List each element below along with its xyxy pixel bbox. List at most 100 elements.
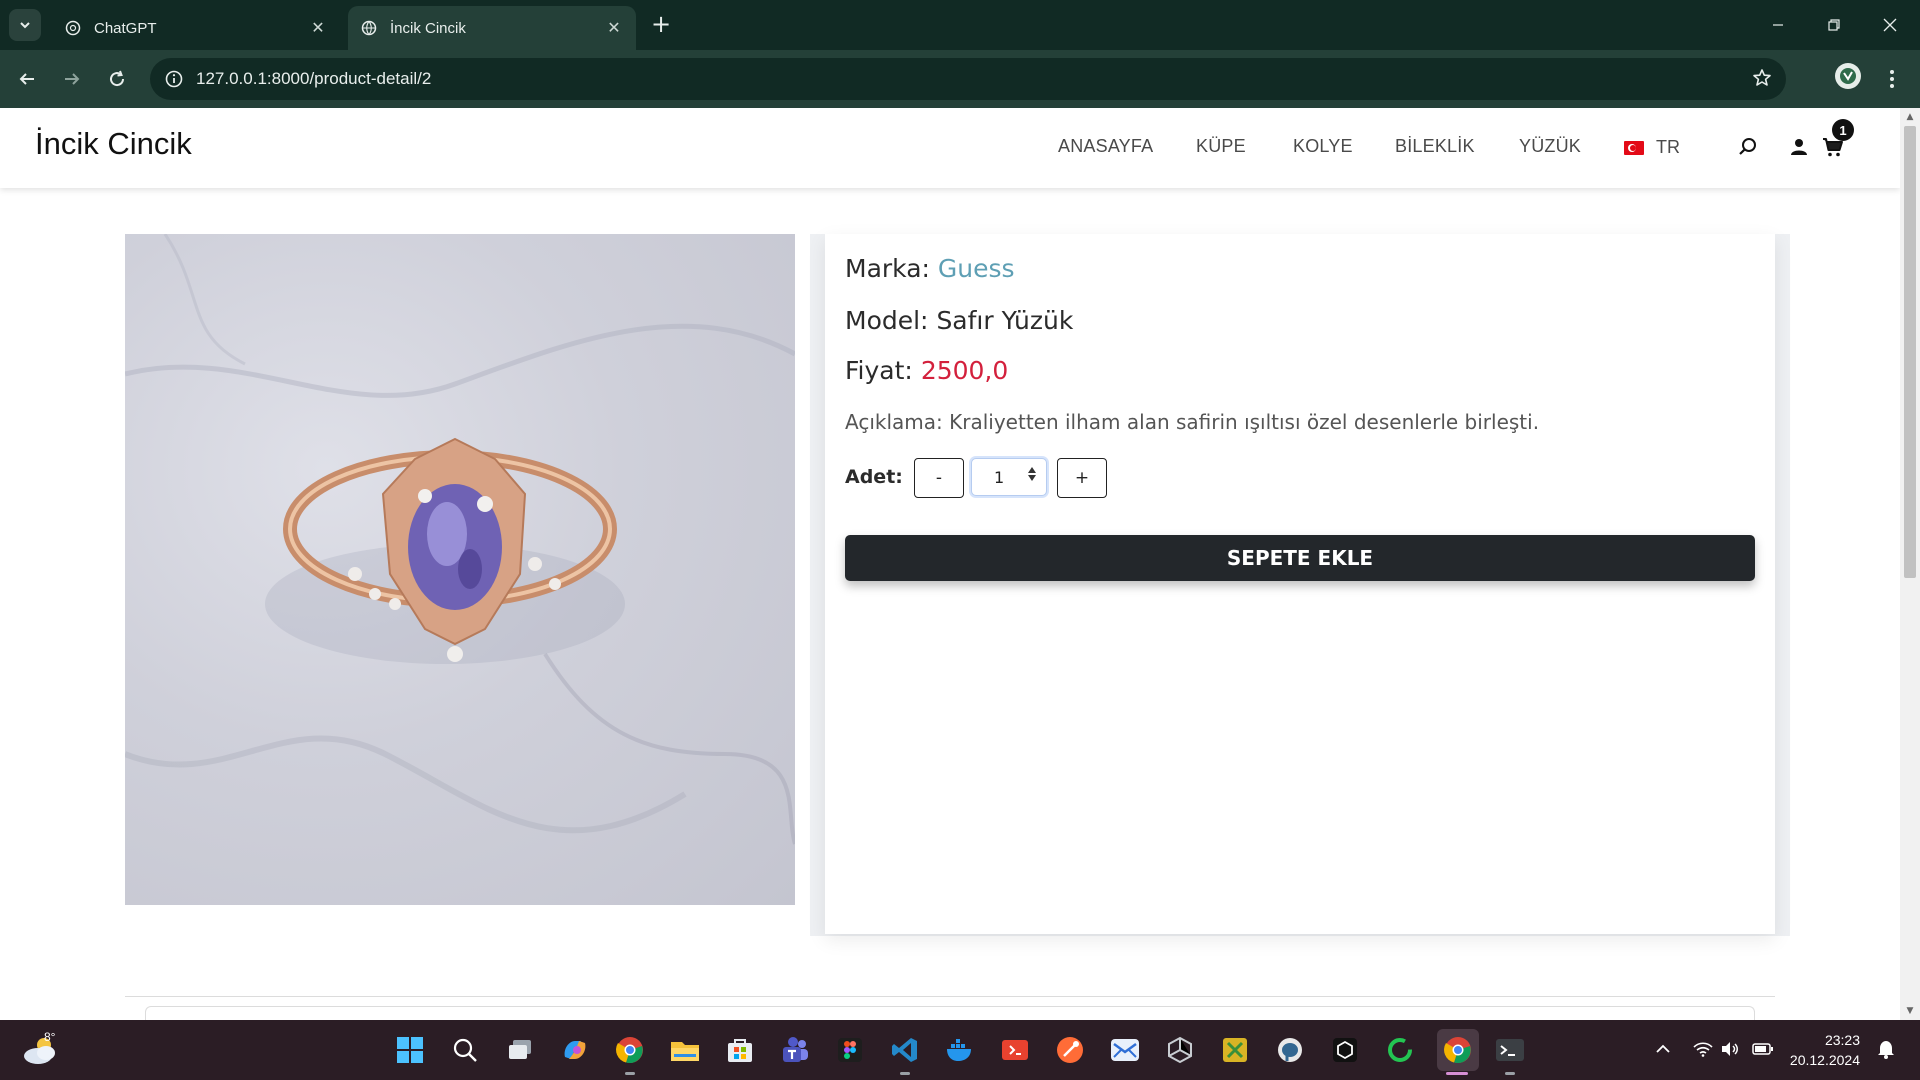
back-button[interactable] <box>12 64 42 94</box>
taskbar-figma[interactable] <box>832 1032 868 1068</box>
price-value: 2500,0 <box>920 356 1009 385</box>
browser-menu-button[interactable] <box>1880 64 1904 94</box>
mail-icon <box>1111 1039 1139 1061</box>
taskbar-terminal-app[interactable] <box>1327 1032 1363 1068</box>
profile-icon <box>1840 68 1856 84</box>
user-icon <box>1791 139 1807 155</box>
account-button[interactable] <box>1786 134 1812 160</box>
taskbar-terminal[interactable] <box>1492 1032 1528 1068</box>
close-icon[interactable]: ✕ <box>308 18 328 38</box>
close-icon[interactable]: ✕ <box>604 18 624 38</box>
close-window-button[interactable] <box>1862 0 1918 50</box>
taskbar-app-tool[interactable] <box>1217 1032 1253 1068</box>
brand-link[interactable]: Guess <box>938 254 1015 283</box>
search-button[interactable] <box>1735 134 1761 160</box>
decrease-quantity-button[interactable]: - <box>914 458 964 498</box>
teams-icon <box>783 1037 808 1062</box>
language-selector[interactable]: TR <box>1624 137 1680 158</box>
nav-link-yuzuk[interactable]: YÜZÜK <box>1519 136 1581 157</box>
taskbar-teams[interactable] <box>777 1032 813 1068</box>
add-to-cart-button[interactable]: SEPETE EKLE <box>845 535 1755 581</box>
taskbar-file-explorer[interactable] <box>667 1032 703 1068</box>
nav-link-anasayfa[interactable]: ANASAYFA <box>1058 136 1153 157</box>
search-icon <box>453 1038 477 1062</box>
docker-icon <box>947 1039 971 1061</box>
taskbar-chrome-active[interactable] <box>1437 1029 1479 1071</box>
description-label: Açıklama: <box>845 410 943 434</box>
arrow-right-icon <box>65 73 80 85</box>
scroll-down-arrow-icon[interactable]: ▼ <box>1905 1006 1915 1016</box>
taskbar-postman[interactable] <box>1052 1032 1088 1068</box>
quantity-input[interactable]: 1 <box>971 458 1047 496</box>
globe-icon <box>360 19 378 37</box>
profile-avatar[interactable] <box>1835 63 1861 89</box>
system-clock[interactable]: 23:23 20.12.2024 <box>1780 1030 1860 1070</box>
restore-button[interactable] <box>1806 0 1862 50</box>
tool-app-icon <box>1223 1038 1247 1062</box>
taskbar-store[interactable] <box>722 1032 758 1068</box>
taskbar-pgadmin[interactable] <box>1272 1032 1308 1068</box>
site-info-icon[interactable] <box>154 59 194 99</box>
temperature-label: 8° <box>44 1030 56 1044</box>
taskbar-docker[interactable] <box>942 1032 978 1068</box>
new-tab-button[interactable]: + <box>648 12 674 38</box>
minimize-button[interactable] <box>1750 0 1806 50</box>
taskbar-chrome[interactable] <box>612 1032 648 1068</box>
minimize-icon <box>1773 24 1783 26</box>
notifications-button[interactable] <box>1875 1038 1897 1060</box>
browser-tab-strip: ChatGPT ✕ İncik Cincik ✕ + <box>0 0 1920 50</box>
running-indicator <box>900 1072 910 1075</box>
reload-button[interactable] <box>102 64 132 94</box>
quantity-label: Adet: <box>845 466 903 488</box>
volume-button[interactable] <box>1719 1038 1741 1060</box>
taskbar-git-tool[interactable] <box>997 1032 1033 1068</box>
active-indicator <box>1446 1072 1468 1075</box>
restore-icon <box>1828 19 1840 31</box>
address-bar[interactable]: 127.0.0.1:8000/product-detail/2 <box>150 58 1786 100</box>
nav-link-kupe[interactable]: KÜPE <box>1196 136 1246 157</box>
price-label: Fiyat: <box>845 356 913 385</box>
chrome-icon <box>616 1037 643 1064</box>
running-indicator <box>625 1072 635 1075</box>
taskbar-sync-app[interactable] <box>1382 1032 1418 1068</box>
nav-link-bileklik[interactable]: BİLEKLİK <box>1395 136 1475 157</box>
price-row: Fiyat: 2500,0 <box>845 356 1008 385</box>
chrome-icon <box>1444 1037 1471 1064</box>
page-viewport: İncik Cincik ANASAYFA KÜPE KOLYE BİLEKLİ… <box>0 108 1920 1020</box>
tray-overflow-button[interactable] <box>1652 1038 1674 1060</box>
taskbar-vscode[interactable] <box>887 1032 923 1068</box>
taskbar-unity[interactable] <box>1162 1032 1198 1068</box>
battery-icon <box>1752 1043 1773 1055</box>
tab-search-button[interactable] <box>9 9 41 41</box>
wifi-button[interactable] <box>1692 1038 1714 1060</box>
vscode-icon <box>892 1038 917 1062</box>
taskbar-mail-app[interactable] <box>1107 1032 1143 1068</box>
page-scrollbar[interactable]: ▲ ▼ <box>1900 108 1920 1020</box>
taskbar-copilot[interactable] <box>557 1032 593 1068</box>
scrollbar-thumb[interactable] <box>1904 126 1916 578</box>
site-logo[interactable]: İncik Cincik <box>35 126 192 162</box>
start-button[interactable] <box>392 1032 428 1068</box>
windows-taskbar: 8° 23:23 20.12.2024 <box>0 1020 1920 1080</box>
chevron-down-icon <box>20 22 30 29</box>
forward-button[interactable] <box>57 64 87 94</box>
increase-quantity-button[interactable]: + <box>1057 458 1107 498</box>
brand-label: Marka: <box>845 254 930 283</box>
description-value: Kraliyetten ilham alan safirin ışıltısı … <box>949 410 1540 434</box>
brand-row: Marka: Guess <box>845 254 1015 283</box>
bookmark-star-icon[interactable] <box>1752 68 1772 92</box>
scroll-up-arrow-icon[interactable]: ▲ <box>1905 112 1915 122</box>
battery-button[interactable] <box>1752 1038 1774 1060</box>
tab-title: ChatGPT <box>94 19 157 37</box>
turkey-flag-icon <box>1624 140 1644 155</box>
browser-tab-incik-cincik[interactable]: İncik Cincik ✕ <box>348 6 636 50</box>
task-view-button[interactable] <box>502 1032 538 1068</box>
url-text: 127.0.0.1:8000/product-detail/2 <box>196 69 432 88</box>
spin-down-icon <box>1028 475 1036 481</box>
nav-link-kolye[interactable]: KOLYE <box>1293 136 1353 157</box>
browser-tab-chatgpt[interactable]: ChatGPT ✕ <box>52 6 340 50</box>
unity-icon <box>1168 1036 1192 1064</box>
taskbar-search-button[interactable] <box>447 1032 483 1068</box>
bell-icon <box>1878 1041 1894 1059</box>
quantity-spinner[interactable] <box>1028 467 1036 481</box>
